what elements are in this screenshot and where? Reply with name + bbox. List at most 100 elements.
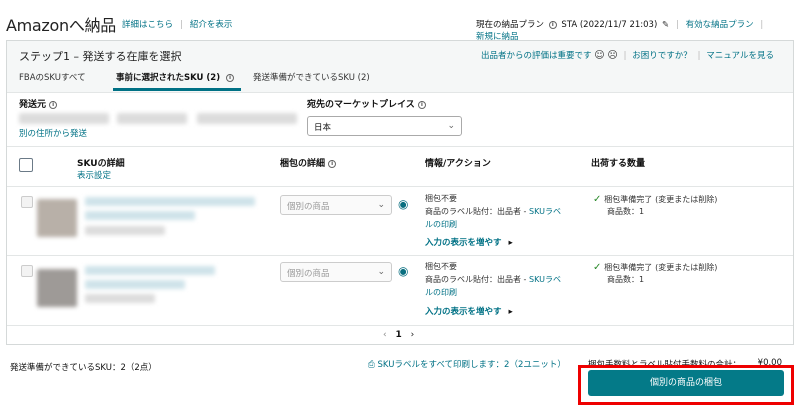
marketplace-label: 宛先のマーケットプレイス i — [307, 97, 426, 110]
eye-icon[interactable]: ◉ — [398, 197, 408, 211]
show-more-button[interactable]: 入力の表示を増やす ▸ — [425, 305, 513, 317]
eye-icon[interactable]: ◉ — [398, 264, 408, 278]
print-label-link-cont[interactable]: ルの印刷 — [425, 286, 585, 299]
smile-icon[interactable]: ☺ — [594, 50, 604, 61]
printer-icon: ⎙ — [368, 360, 375, 370]
print-all-label: SKUラベルをすべて印刷します：2（2ユニット） — [377, 360, 566, 370]
details-link[interactable]: 詳細はこちら — [122, 20, 173, 30]
edit-pencil-icon[interactable]: ✎ — [662, 20, 669, 30]
print-label-link[interactable]: SKUラベ — [529, 207, 561, 216]
label-line: 商品のラベル貼付：出品者 - SKUラベ — [425, 273, 585, 286]
tab-all-fba-skus[interactable]: FBAのSKUすべて — [19, 71, 86, 83]
active-tab-indicator — [113, 88, 241, 91]
chevron-down-icon: ⌄ — [377, 267, 385, 277]
blurred-address — [197, 113, 297, 124]
print-all-labels-link[interactable]: ⎙ SKUラベルをすべて印刷します：2（2ユニット） — [368, 358, 566, 370]
divider — [7, 325, 793, 326]
change-ship-from-link[interactable]: 別の住所から発送 — [19, 127, 87, 139]
packing-header: 梱包の詳細 i — [280, 156, 337, 169]
next-page-button[interactable]: › — [411, 330, 415, 340]
feedback-link[interactable]: 出品者からの評価は重要です — [481, 51, 592, 61]
current-plan-value: STA (2022/11/7 21:03) — [561, 20, 658, 30]
blurred-product-title — [85, 211, 195, 220]
show-more-button[interactable]: 入力の表示を増やす ▸ — [425, 236, 513, 248]
ship-from-label: 発送元 i — [19, 97, 58, 110]
check-icon: ✓ — [593, 194, 602, 205]
blurred-product-title — [85, 197, 255, 206]
marketplace-select[interactable]: 日本 ⌄ — [307, 116, 462, 136]
info-icon: i — [49, 100, 58, 109]
prev-page-button[interactable]: ‹ — [383, 330, 387, 340]
product-thumbnail — [37, 269, 77, 307]
pagination: ‹ 1 › — [383, 330, 414, 340]
label-prefix: 商品のラベル貼付：出品者 - — [425, 207, 529, 216]
step-title: ステップ1 – 発送する在庫を選択 — [19, 50, 182, 63]
blurred-product-title — [85, 266, 215, 275]
blurred-product-title — [85, 280, 185, 289]
row-info: 梱包不要 商品のラベル貼付：出品者 - SKUラベ ルの印刷 — [425, 260, 585, 299]
divider — [7, 186, 793, 187]
panel-top-links: 出品者からの評価は重要です ☺ ☹ | お困りですか？ | マニュアルを見る — [481, 49, 774, 61]
divider — [7, 255, 793, 256]
info-icon: i — [417, 100, 426, 109]
tab-preselected-skus[interactable]: 事前に選択されたSKU (2) i — [116, 71, 235, 83]
marketplace-text: 宛先のマーケットプレイス — [307, 100, 415, 110]
tab-preselected-label: 事前に選択されたSKU (2) — [116, 73, 221, 83]
panel-sep: | — [623, 51, 627, 61]
caret-right-icon: ▸ — [508, 238, 513, 248]
panel-sep: | — [697, 51, 701, 61]
packing-header-text: 梱包の詳細 — [280, 159, 326, 169]
intro-link[interactable]: 紹介を表示 — [190, 20, 233, 30]
highlight-box — [578, 365, 794, 405]
header-sep: | — [675, 20, 679, 30]
packing-select-value: 個別の商品 — [287, 202, 330, 212]
packing-select-value: 個別の商品 — [287, 269, 330, 279]
tab-bar: FBAのSKUすべて 事前に選択されたSKU (2) i 発送準備ができているS… — [19, 71, 419, 93]
chevron-down-icon: ⌄ — [377, 200, 385, 210]
blurred-address — [117, 113, 187, 124]
sku-header: SKUの詳細 — [77, 159, 125, 169]
packing-not-required: 梱包不要 — [425, 262, 457, 271]
packing-not-required: 梱包不要 — [425, 194, 457, 203]
frown-icon[interactable]: ☹ — [607, 50, 617, 61]
ready-skus-summary: 発送準備ができているSKU：2（2点） — [10, 363, 157, 373]
packing-select[interactable]: 個別の商品 ⌄ — [280, 195, 392, 215]
panel-header: ステップ1 – 発送する在庫を選択 出品者からの評価は重要です ☺ ☹ | お困… — [7, 41, 793, 93]
row-checkbox[interactable] — [21, 196, 33, 208]
display-settings-link[interactable]: 表示設定 — [77, 169, 111, 181]
show-more-label: 入力の表示を増やす — [425, 307, 502, 317]
divider — [7, 146, 793, 147]
current-plan-label: 現在の納品プラン — [476, 20, 545, 30]
header-sep: | — [179, 20, 183, 30]
info-header: 情報/アクション — [425, 159, 491, 169]
caret-right-icon: ▸ — [508, 307, 513, 317]
header-sep: | — [760, 20, 764, 30]
header-right: 現在の納品プラン i STA (2022/11/7 21:03) ✎ | 有効な… — [476, 18, 800, 42]
info-icon: i — [328, 159, 337, 168]
status-text: 梱包準備完了 — [604, 263, 653, 272]
manual-link[interactable]: マニュアルを見る — [706, 51, 774, 61]
active-plans-link[interactable]: 有効な納品プラン — [686, 18, 754, 30]
item-count: 商品数：1 — [607, 207, 645, 216]
item-count: 商品数：1 — [607, 275, 645, 284]
status-text: 梱包準備完了 — [604, 195, 653, 204]
row-checkbox[interactable] — [21, 265, 33, 277]
label-prefix: 商品のラベル貼付：出品者 - — [425, 275, 529, 284]
help-link[interactable]: お困りですか？ — [632, 51, 692, 61]
print-label-link[interactable]: SKUラベ — [529, 275, 561, 284]
main-panel: ステップ1 – 発送する在庫を選択 出品者からの評価は重要です ☺ ☹ | お困… — [6, 40, 794, 345]
print-label-link-cont[interactable]: ルの印刷 — [425, 218, 585, 231]
blurred-sku — [85, 294, 155, 303]
select-all-checkbox[interactable] — [19, 158, 33, 172]
packing-select[interactable]: 個別の商品 ⌄ — [280, 262, 392, 282]
ship-from-text: 発送元 — [19, 100, 47, 110]
blurred-address — [19, 113, 109, 124]
marketplace-value: 日本 — [314, 123, 332, 133]
change-remove-link[interactable]: (変更または削除) — [655, 263, 717, 272]
row-info: 梱包不要 商品のラベル貼付：出品者 - SKUラベ ルの印刷 — [425, 192, 585, 231]
chevron-down-icon: ⌄ — [447, 121, 455, 131]
tab-ready-skus[interactable]: 発送準備ができているSKU (2) — [253, 71, 370, 83]
info-icon: i — [226, 73, 235, 82]
show-more-label: 入力の表示を増やす — [425, 238, 502, 248]
change-remove-link[interactable]: (変更または削除) — [655, 195, 717, 204]
